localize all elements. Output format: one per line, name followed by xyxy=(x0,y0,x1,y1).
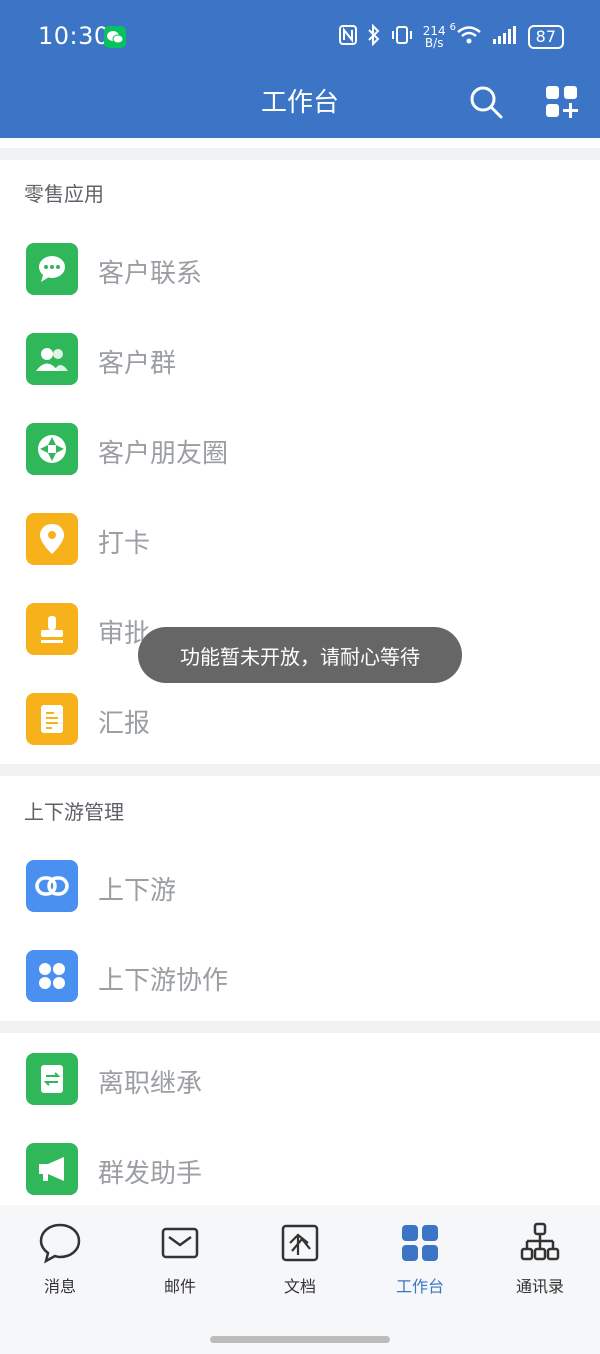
transfer-doc-icon xyxy=(26,1053,78,1105)
chat-bubble-icon xyxy=(26,243,78,295)
search-icon xyxy=(470,86,503,119)
section-divider xyxy=(0,1021,600,1033)
location-pin-icon xyxy=(26,513,78,565)
report-doc-icon xyxy=(26,693,78,745)
app-upstream-downstream-collab[interactable]: 上下游协作 xyxy=(0,931,600,1021)
tab-label: 邮件 xyxy=(163,1277,196,1296)
tab-label: 工作台 xyxy=(395,1277,444,1296)
app-offboarding-inheritance[interactable]: 离职继承 xyxy=(0,1034,600,1124)
wifi-icon: 6 xyxy=(450,22,482,50)
section-title-supply-chain: 上下游管理 xyxy=(24,800,124,824)
tab-mail[interactable]: 邮件 xyxy=(130,1221,230,1311)
moments-icon xyxy=(26,423,78,475)
app-customer-moments[interactable]: 客户朋友圈 xyxy=(0,404,600,494)
tab-documents[interactable]: 文档 xyxy=(250,1221,350,1311)
search-button[interactable] xyxy=(468,84,504,120)
network-type: 6 xyxy=(449,22,457,33)
app-customer-group[interactable]: 客户群 xyxy=(0,314,600,404)
tab-contacts[interactable]: 通讯录 xyxy=(490,1221,590,1311)
contacts-icon xyxy=(520,1222,560,1261)
signal-icon xyxy=(492,25,518,49)
app-customer-contact[interactable]: 客户联系 xyxy=(0,224,600,314)
app-label: 上下游 xyxy=(98,876,177,906)
net-speed-unit: B/s xyxy=(424,36,444,50)
message-icon xyxy=(39,1223,81,1264)
section-title-retail: 零售应用 xyxy=(24,182,104,206)
app-mass-messaging[interactable]: 群发助手 xyxy=(0,1124,600,1214)
tab-label: 消息 xyxy=(43,1277,76,1296)
vibrate-icon xyxy=(391,24,413,50)
app-label: 离职继承 xyxy=(98,1069,203,1099)
app-label: 打卡 xyxy=(98,529,151,559)
section-divider xyxy=(0,764,600,776)
app-check-in[interactable]: 打卡 xyxy=(0,494,600,584)
app-label: 客户朋友圈 xyxy=(98,439,229,469)
megaphone-icon xyxy=(26,1143,78,1195)
app-label: 客户群 xyxy=(98,349,177,379)
document-icon xyxy=(281,1224,319,1262)
nfc-icon xyxy=(338,25,357,49)
stamp-icon xyxy=(26,603,78,655)
app-label: 上下游协作 xyxy=(98,966,229,996)
page-title: 工作台 xyxy=(260,88,339,118)
wechat-notification-icon xyxy=(104,26,126,48)
workbench-icon xyxy=(402,1225,438,1261)
add-app-button[interactable] xyxy=(544,84,580,120)
section-divider xyxy=(0,148,600,160)
toast-message: 功能暂未开放，请耐心等待 xyxy=(138,627,462,683)
app-report[interactable]: 汇报 xyxy=(0,674,600,764)
app-label: 汇报 xyxy=(98,709,151,739)
app-label: 客户联系 xyxy=(98,259,203,289)
home-indicator[interactable] xyxy=(210,1336,390,1343)
link-icon xyxy=(26,860,78,912)
net-speed: 214 B/s xyxy=(423,25,446,49)
add-app-icon xyxy=(546,86,578,118)
status-time: 10:30 xyxy=(38,22,110,50)
tab-workbench[interactable]: 工作台 xyxy=(370,1221,470,1311)
bottom-nav: 消息 邮件 文档 工作台 通讯录 xyxy=(0,1205,600,1354)
four-petal-icon xyxy=(26,950,78,1002)
tab-messages[interactable]: 消息 xyxy=(10,1221,110,1311)
app-upstream-downstream[interactable]: 上下游 xyxy=(0,841,600,931)
tab-label: 通讯录 xyxy=(515,1277,564,1296)
status-icons: 214 B/s 6 87 xyxy=(338,22,564,52)
customer-group-icon xyxy=(26,333,78,385)
mail-icon xyxy=(161,1227,199,1259)
top-bar: 10:30 214 B/s 6 87 工作台 xyxy=(0,0,600,138)
bluetooth-icon xyxy=(367,23,381,50)
tab-label: 文档 xyxy=(283,1277,316,1296)
app-label: 群发助手 xyxy=(98,1159,203,1189)
battery-indicator: 87 xyxy=(527,25,564,49)
